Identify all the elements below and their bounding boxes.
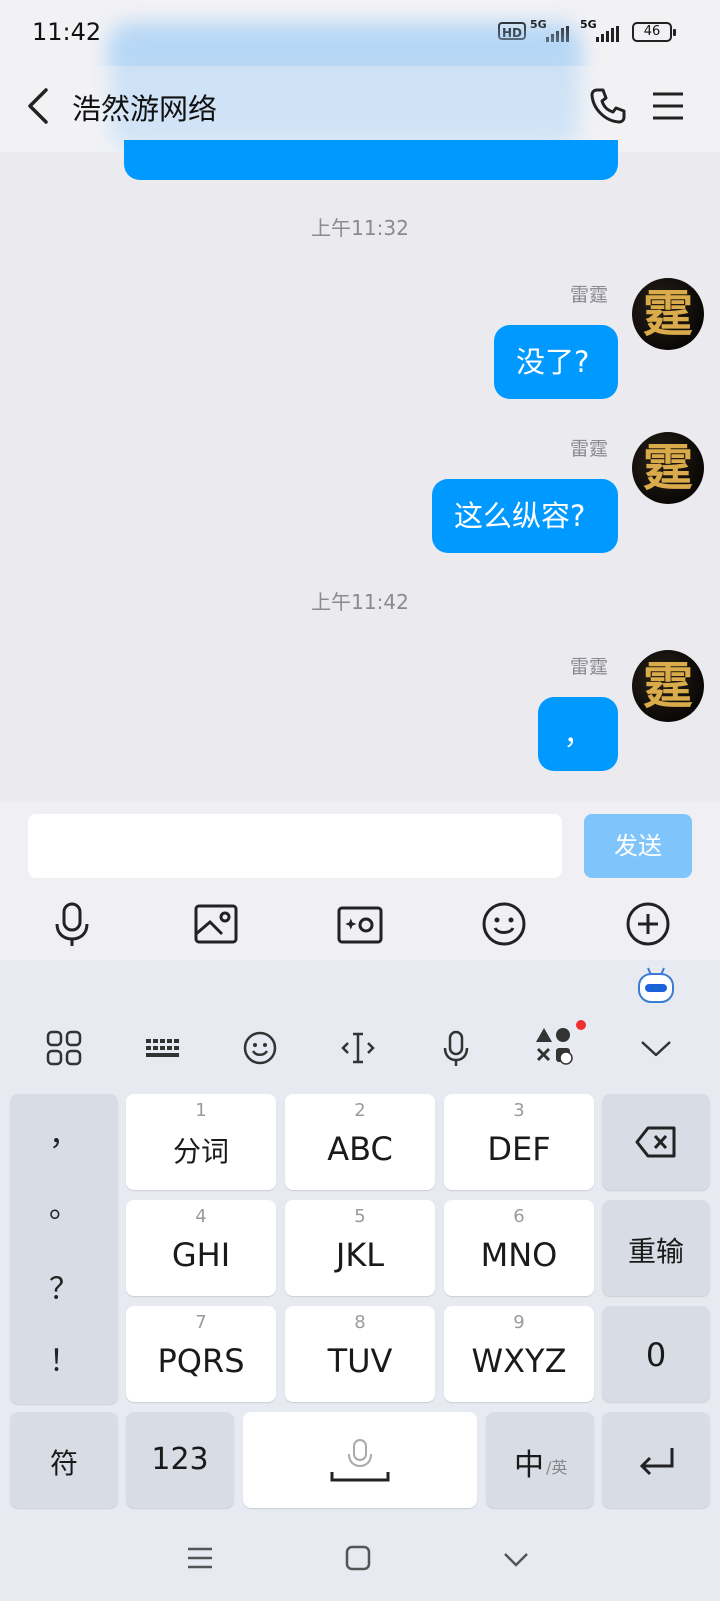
key-label: 123 — [151, 1442, 209, 1477]
key-number: 1 — [195, 1100, 207, 1121]
recents-menu-icon[interactable] — [186, 1544, 214, 1572]
camera-icon[interactable] — [332, 896, 388, 952]
key-number: 7 — [195, 1312, 207, 1333]
message-bubble[interactable]: ， — [538, 697, 618, 771]
key-label: 符 — [49, 1447, 78, 1480]
key-number: 9 — [513, 1312, 525, 1333]
key-label: DEF — [487, 1130, 551, 1168]
punct-comma[interactable]: ， — [10, 1110, 118, 1154]
key-number: 3 — [513, 1100, 525, 1121]
key-number: 6 — [513, 1206, 525, 1227]
microphone-icon[interactable] — [44, 896, 100, 952]
key-8[interactable]: 8 TUV — [285, 1306, 435, 1402]
network-type-2: 5G — [580, 18, 597, 31]
key-label: 0 — [645, 1336, 667, 1374]
message-bubble[interactable]: 没了? — [494, 325, 618, 399]
language-toggle-key[interactable]: 中 /英 — [486, 1412, 594, 1508]
avatar[interactable]: 霆 — [632, 278, 704, 350]
cursor-move-icon[interactable] — [334, 1024, 382, 1072]
key-3[interactable]: 3 DEF — [444, 1094, 594, 1190]
voice-input-icon[interactable] — [432, 1024, 480, 1072]
zero-key[interactable]: 0 — [602, 1306, 710, 1402]
reinput-key[interactable]: 重输 — [602, 1200, 710, 1296]
punct-exclaim[interactable]: ！ — [10, 1336, 118, 1380]
key-label: ABC — [327, 1130, 393, 1168]
key-label-sub: /英 — [546, 1458, 568, 1477]
battery-icon: 46 — [632, 22, 676, 42]
key-5[interactable]: 5 JKL — [285, 1200, 435, 1296]
plus-icon[interactable] — [620, 896, 676, 952]
punctuation-column[interactable]: ， 。 ？ ！ — [10, 1094, 118, 1404]
punct-period[interactable]: 。 — [10, 1182, 118, 1226]
key-number: 5 — [354, 1206, 366, 1227]
timestamp: 上午11:42 — [311, 590, 409, 614]
back-nav-icon[interactable] — [502, 1546, 530, 1574]
status-time: 11:42 — [32, 18, 102, 46]
menu-icon[interactable] — [650, 88, 686, 124]
image-icon[interactable] — [188, 896, 244, 952]
signal-icon-2: 5G — [580, 18, 597, 31]
key-label: GHI — [171, 1236, 231, 1274]
key-label: WXYZ — [471, 1342, 567, 1380]
sender-name: 雷霆 — [570, 656, 609, 678]
avatar-glyph: 霆 — [643, 438, 693, 497]
key-7[interactable]: 7 PQRS — [126, 1306, 276, 1402]
punct-question[interactable]: ？ — [10, 1264, 118, 1308]
message-input[interactable] — [28, 814, 562, 878]
message-bubble-previous[interactable] — [124, 140, 618, 180]
enter-key[interactable] — [602, 1412, 710, 1508]
avatar-glyph: 霆 — [643, 656, 693, 715]
symbols-key[interactable]: 符 — [10, 1412, 118, 1508]
avatar[interactable]: 霆 — [632, 650, 704, 722]
signal-bars-2 — [596, 26, 619, 42]
chat-title: 浩然游网络 — [72, 92, 218, 126]
back-icon[interactable] — [20, 86, 60, 126]
key-number: 8 — [354, 1312, 366, 1333]
assistant-robot-icon[interactable] — [636, 966, 676, 1004]
keyboard-icon[interactable] — [138, 1024, 186, 1072]
key-label: MNO — [480, 1236, 558, 1274]
emoji-icon[interactable] — [476, 896, 532, 952]
avatar[interactable]: 霆 — [632, 432, 704, 504]
avatar-glyph: 霆 — [643, 284, 693, 343]
key-label: JKL — [335, 1236, 385, 1274]
apps-grid-icon[interactable] — [40, 1024, 88, 1072]
key-label: 分词 — [172, 1135, 229, 1168]
key-label: PQRS — [157, 1342, 245, 1380]
key-2[interactable]: 2 ABC — [285, 1094, 435, 1190]
backspace-key[interactable] — [602, 1094, 710, 1190]
key-4[interactable]: 4 GHI — [126, 1200, 276, 1296]
chevron-down-icon[interactable] — [632, 1024, 680, 1072]
numbers-key[interactable]: 123 — [126, 1412, 234, 1508]
key-label: 重输 — [627, 1235, 684, 1268]
key-number: 2 — [354, 1100, 366, 1121]
key-number: 4 — [195, 1206, 207, 1227]
key-1[interactable]: 1 分词 — [126, 1094, 276, 1190]
key-6[interactable]: 6 MNO — [444, 1200, 594, 1296]
sender-name: 雷霆 — [570, 284, 609, 306]
send-button[interactable]: 发送 — [584, 814, 692, 878]
shapes-ai-icon[interactable] — [532, 1020, 586, 1070]
home-icon[interactable] — [344, 1544, 372, 1572]
sender-name: 雷霆 — [570, 438, 609, 460]
notification-dot — [576, 1020, 586, 1030]
space-key[interactable] — [243, 1412, 477, 1508]
emoji-icon[interactable] — [236, 1024, 284, 1072]
key-label-main: 中 — [514, 1448, 544, 1483]
message-bubble[interactable]: 这么纵容? — [432, 479, 618, 553]
key-label: TUV — [327, 1342, 393, 1380]
key-9[interactable]: 9 WXYZ — [444, 1306, 594, 1402]
phone-icon[interactable] — [588, 86, 628, 126]
timestamp: 上午11:32 — [311, 216, 409, 240]
